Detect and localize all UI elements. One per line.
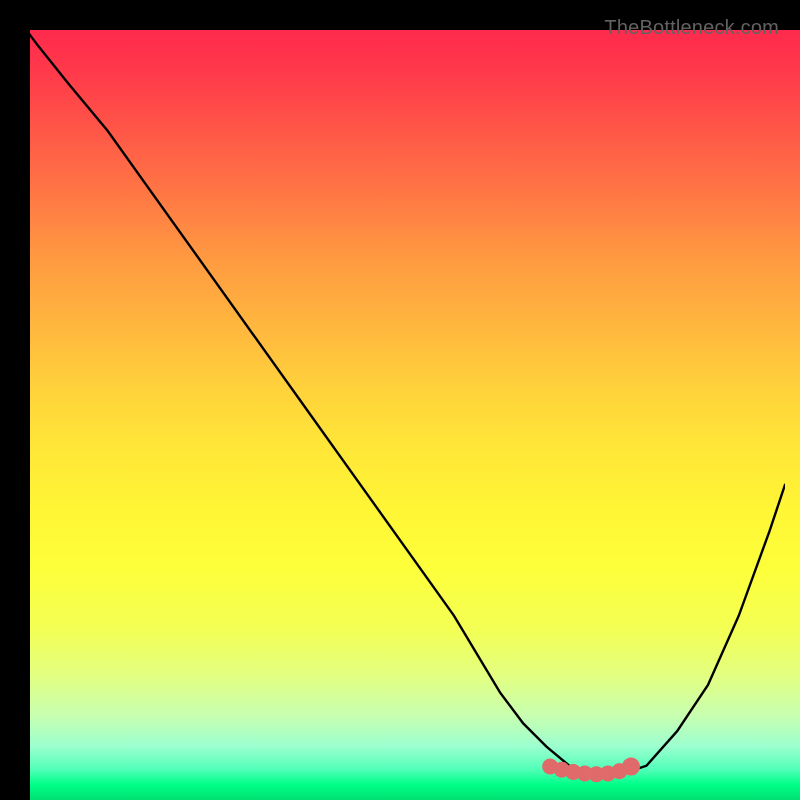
- watermark-text: TheBottleneck.com: [604, 17, 779, 40]
- chart-frame: TheBottleneck.com: [15, 15, 785, 785]
- plot-gradient-background: [30, 30, 800, 800]
